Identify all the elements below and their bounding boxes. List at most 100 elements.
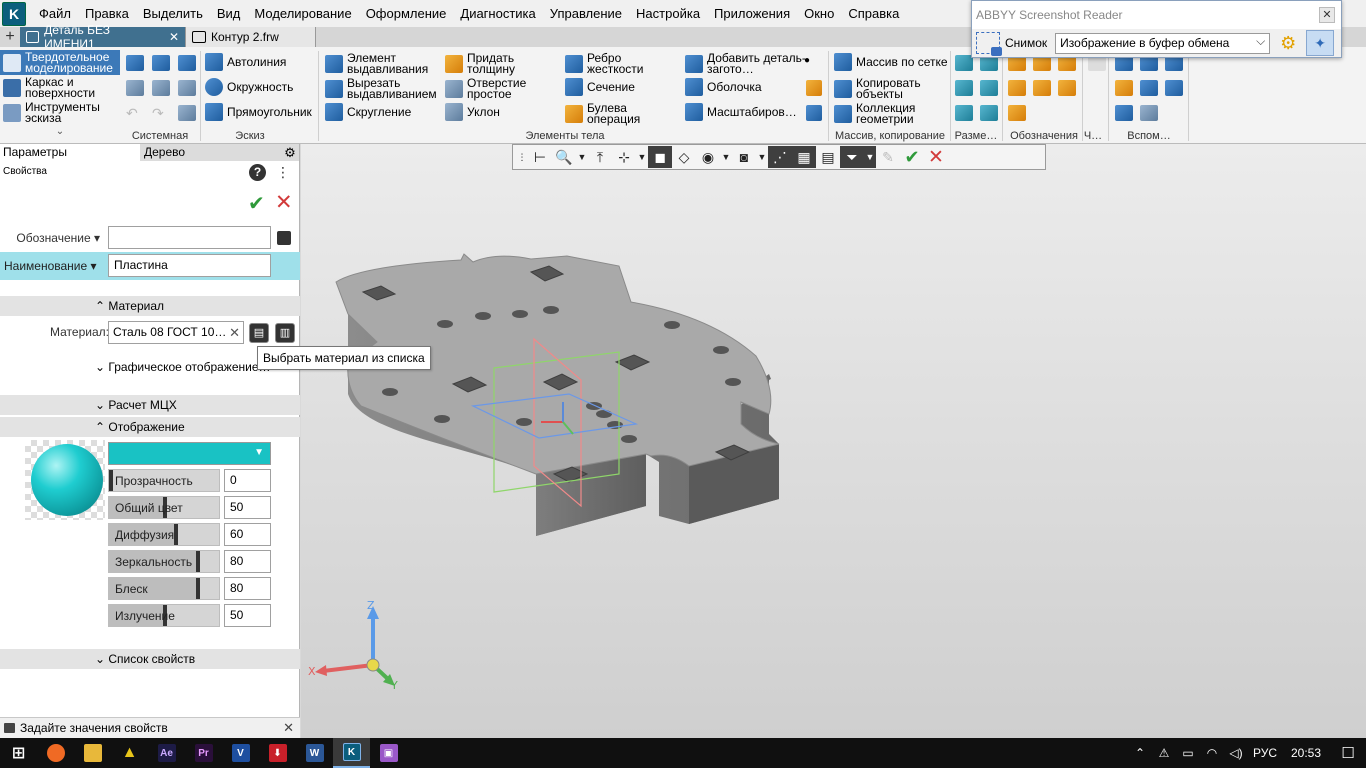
properties-icon[interactable] [152,80,170,96]
mode-sketch-tools[interactable]: Инструменты эскиза [0,100,120,125]
file-explorer-icon[interactable] [74,738,111,768]
menu-management[interactable]: Управление [543,0,629,27]
undo-icon[interactable]: ↶ [126,105,144,121]
body-extra2-icon[interactable] [806,105,822,121]
panel-gear-icon[interactable]: ⚙ [281,144,299,161]
new-document-button[interactable]: + [0,27,20,47]
transparency-slider[interactable]: Прозрачность 0 [108,469,271,492]
specular-slider[interactable]: Зеркальность 80 [108,550,271,573]
open-folder-icon[interactable] [152,55,170,71]
weld-icon[interactable] [1008,105,1026,121]
thicken-button[interactable]: Придать толщину [445,52,535,76]
name-field[interactable]: Пластина [108,254,271,277]
display-section-header[interactable]: ⌃ Отображение [0,417,300,437]
redo-icon[interactable]: ↷ [152,105,170,121]
gloss-slider[interactable]: Блеск 80 [108,577,271,600]
security-icon[interactable]: ⚠ [1152,746,1176,760]
save-icon[interactable] [178,55,196,71]
cancel-button[interactable]: ✕ [275,190,293,215]
options-icon[interactable] [178,105,196,121]
transparency-value[interactable]: 0 [224,469,271,492]
mark-icon[interactable] [1058,80,1076,96]
help-icon[interactable]: ? [249,164,266,181]
general-color-slider[interactable]: Общий цвет 50 [108,496,271,519]
dimension-linear-icon[interactable] [980,80,998,96]
menu-applications[interactable]: Приложения [707,0,797,27]
gear-icon[interactable]: ⚙ [1274,30,1302,56]
status-close-icon[interactable]: ✕ [283,718,294,738]
language-indicator[interactable]: РУС [1248,746,1282,760]
aux-cube-icon[interactable] [1115,105,1133,121]
screenshot-reader-icon[interactable]: ▣ [370,738,407,768]
share-icon[interactable]: ✦ [1306,30,1335,56]
section-button[interactable]: Сечение [565,75,635,99]
autoline-button[interactable]: Автолиния [205,50,286,74]
dimension-angle-icon[interactable] [955,80,973,96]
tab-tree[interactable]: Дерево [140,144,281,161]
windows-start-icon[interactable]: ⊞ [0,738,37,768]
color-picker[interactable] [108,442,271,465]
mode-wireframe-surfaces[interactable]: Каркас и поверхности [0,75,120,100]
tree-structure-icon[interactable]: ⋮ [276,164,290,181]
menu-settings[interactable]: Настройка [629,0,707,27]
extrude-button[interactable]: Элемент выдавливания [325,52,439,76]
abbyy-close-button[interactable]: ✕ [1319,7,1335,23]
dimension-diameter-icon[interactable] [980,105,998,121]
emission-value[interactable]: 50 [224,604,271,627]
fillet-button[interactable]: Скругление [325,100,411,124]
diffusion-slider[interactable]: Диффузия 60 [108,523,271,546]
after-effects-icon[interactable]: Ae [148,738,185,768]
specular-value[interactable]: 80 [224,550,271,573]
firefox-icon[interactable] [37,738,74,768]
rectangle-button[interactable]: Прямоугольник [205,100,312,124]
expand-modes-icon[interactable]: ⌄ [0,126,120,137]
graphics-section-header[interactable]: ⌄ Графическое отображение… [95,360,271,374]
cut-extrude-button[interactable]: Вырезать выдавливанием [325,77,443,101]
battery-icon[interactable]: ▭ [1176,746,1200,760]
ok-button[interactable]: ✔ [248,191,265,216]
premiere-icon[interactable]: Pr [185,738,222,768]
designation-library-icon[interactable] [277,231,291,245]
emission-slider[interactable]: Излучение 50 [108,604,271,627]
hole-button[interactable]: Отверстие простое [445,77,537,101]
position-icon[interactable] [1033,80,1051,96]
props-list-section-header[interactable]: ⌄ Список свойств [0,649,300,669]
material-section-header[interactable]: ⌃ Материал [0,296,300,316]
diffusion-value[interactable]: 60 [224,523,271,546]
clear-material-icon[interactable]: ✕ [229,322,240,343]
library-icon[interactable] [178,80,196,96]
material-book-button[interactable]: ▥ [275,323,295,343]
designation-field[interactable] [108,226,271,249]
material-list-button[interactable]: ▤ [249,323,269,343]
general-color-value[interactable]: 50 [224,496,271,519]
body-extra-icon[interactable] [806,80,822,96]
volume-icon[interactable]: ◁) [1224,746,1248,760]
coordinate-system-icon[interactable] [1165,80,1183,96]
download-manager-icon[interactable]: ⬇ [259,738,296,768]
aux-plane-icon[interactable] [1115,80,1133,96]
add-blank-button[interactable]: Добавить деталь-загото… [685,52,807,76]
word-icon[interactable]: W [296,738,333,768]
print-icon[interactable] [126,80,144,96]
3d-viewport[interactable]: ⋮ ⊢ 🔍 ▼ ⤒ ⊹ ▼ ◼ ◇ ◉ ▼ ◙ ▼ ⋰ ▦ ▤ ⏷ ▼ ✎ ✔ … [301,144,1366,738]
menu-modeling[interactable]: Моделирование [247,0,358,27]
scale-button[interactable]: Масштабиров… [685,100,797,124]
menu-view[interactable]: Вид [210,0,248,27]
grid-array-button[interactable]: Массив по сетке [834,50,948,74]
tab-part[interactable]: Деталь БЕЗ ИМЕНИ1 ✕ [20,23,186,51]
base-icon[interactable] [1008,80,1026,96]
kompas-icon[interactable]: K [333,738,370,768]
tab-parameters[interactable]: Параметры [0,144,140,161]
shell-button[interactable]: Оболочка [685,75,762,99]
clock[interactable]: 20:53 [1282,746,1330,760]
mass-section-header[interactable]: ⌄ Расчет МЦХ [0,395,300,415]
menu-drafting[interactable]: Оформление [359,0,454,27]
visio-icon[interactable]: V [222,738,259,768]
copy-objects-button[interactable]: Копировать объекты [834,77,928,101]
aux-curve-icon[interactable] [1140,105,1158,121]
mode-solid-modeling[interactable]: Твердотельное моделирование [0,50,120,75]
menu-window[interactable]: Окно [797,0,841,27]
app-logo-icon[interactable]: K [2,1,26,26]
autocad-icon[interactable]: ▲ [111,738,148,768]
aux-line-icon[interactable] [1140,80,1158,96]
